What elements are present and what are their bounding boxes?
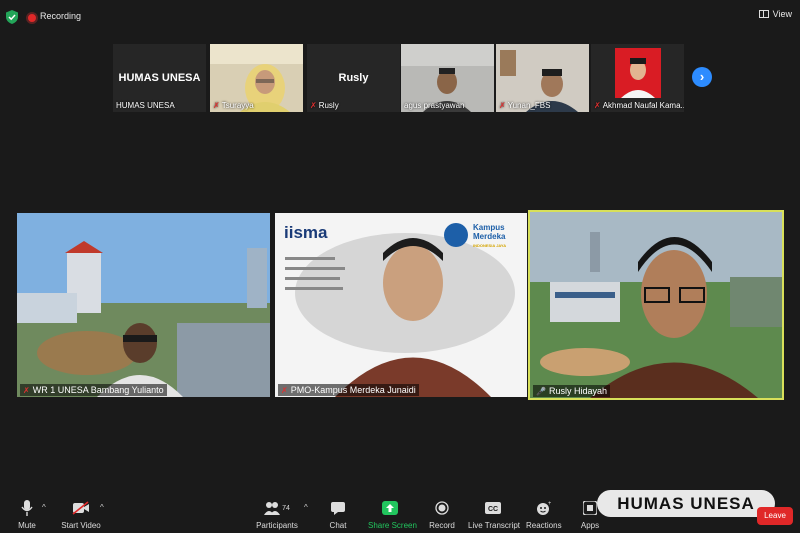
security-shield-icon[interactable] <box>6 10 18 24</box>
next-page-chevron-icon[interactable]: › <box>692 67 712 87</box>
mute-options-caret-icon[interactable]: ^ <box>42 503 46 512</box>
humas-unesa-watermark: HUMAS UNESA <box>597 490 775 517</box>
participants-label: Participants <box>256 521 298 530</box>
microphone-icon <box>21 500 33 516</box>
participant-thumbnail[interactable]: ✗ Tsurayya <box>210 44 303 112</box>
mic-muted-icon: ✗ <box>23 385 30 395</box>
participants-options-caret-icon[interactable]: ^ <box>304 503 308 512</box>
participants-button[interactable]: 74 Participants <box>255 498 299 530</box>
chat-button[interactable]: Chat <box>324 498 352 530</box>
participants-count: 74 <box>282 504 290 512</box>
reactions-button[interactable]: + Reactions <box>526 498 562 531</box>
reactions-label: Reactions <box>526 521 562 530</box>
mic-muted-icon: ✗ <box>594 101 601 110</box>
mic-muted-icon: ✗ <box>310 101 317 110</box>
svg-text:CC: CC <box>488 506 498 513</box>
participant-name-label: 🎤 Rusly Hidayah <box>533 385 610 397</box>
participant-name-label: ✗ Akhmad Naufal Kama... <box>594 101 684 110</box>
share-screen-icon <box>382 501 398 515</box>
participant-thumbnail[interactable]: Rusly ✗ Rusly <box>307 44 400 112</box>
participant-thumbnail[interactable]: HUMAS UNESA HUMAS UNESA <box>113 44 206 112</box>
participant-name-label: ✗ Yunan_FBS <box>499 101 551 110</box>
mic-muted-icon: ✗ <box>499 101 506 110</box>
participant-thumbnail[interactable]: ✗ Yunan_FBS <box>496 44 589 112</box>
mic-muted-icon: ✗ <box>281 385 288 395</box>
share-screen-label: Share Screen <box>368 521 417 530</box>
participant-big-name: Rusly <box>338 72 369 84</box>
top-bar: Recording View <box>0 0 800 34</box>
start-video-button[interactable]: Start Video <box>60 498 102 530</box>
participant-name-label: ✗ Rusly <box>310 101 339 110</box>
reactions-smiley-icon: + <box>536 501 551 515</box>
recording-label: Recording <box>40 11 82 21</box>
brand-name: Kampus Merdeka <box>473 223 506 241</box>
participants-icon <box>264 502 281 515</box>
mute-label: Mute <box>18 521 36 530</box>
record-label: Record <box>429 521 455 530</box>
record-icon <box>435 501 449 515</box>
video-off-icon <box>72 501 89 515</box>
recording-indicator-icon <box>26 12 38 24</box>
kampus-merdeka-brand: Kampus Merdeka INDONESIA JAYA <box>473 223 523 250</box>
active-speaker-tile[interactable]: 🎤 Rusly Hidayah <box>528 210 784 400</box>
iisma-logo: iisma <box>284 223 328 242</box>
closed-caption-icon: CC <box>485 502 501 514</box>
participant-name-label: ✗ PMO-Kampus Merdeka Junaidi <box>278 384 419 396</box>
mic-muted-icon: ✗ <box>213 101 220 110</box>
svg-text:+: + <box>548 501 551 507</box>
live-transcript-label: Live Transcript <box>468 521 521 530</box>
start-video-label: Start Video <box>61 521 101 530</box>
share-screen-button[interactable]: Share Screen <box>368 498 417 530</box>
apps-label: Apps <box>580 521 600 530</box>
participant-video <box>17 213 270 397</box>
video-options-caret-icon[interactable]: ^ <box>100 503 104 512</box>
chat-icon <box>331 501 345 515</box>
participant-thumbnail[interactable]: agus prastyawan <box>401 44 494 112</box>
mic-on-icon: 🎤 <box>536 386 546 396</box>
leave-button[interactable]: Leave <box>757 507 793 525</box>
live-transcript-button[interactable]: CC Live Transcript <box>468 498 521 530</box>
brand-subtitle: INDONESIA JAYA <box>473 243 507 248</box>
grid-view-icon <box>758 10 769 18</box>
video-tile[interactable]: iisma Kampus Merdeka INDONESIA JAYA ✗ PMO… <box>275 213 527 397</box>
view-label: View <box>772 9 792 19</box>
chat-label: Chat <box>329 521 347 530</box>
participant-thumbnail[interactable]: ✗ Akhmad Naufal Kama... <box>591 44 684 112</box>
video-tile[interactable]: ✗ WR 1 UNESA Bambang Yulianto <box>17 213 270 397</box>
participant-video <box>530 212 782 398</box>
view-button[interactable]: View <box>758 9 792 19</box>
participant-name-label: agus prastyawan <box>404 101 465 110</box>
participant-name-label: ✗ Tsurayya <box>213 101 254 110</box>
mute-button[interactable]: Mute <box>12 498 42 530</box>
participant-big-name: HUMAS UNESA <box>118 72 201 84</box>
participant-name-label: HUMAS UNESA <box>116 101 175 110</box>
participant-name-label: ✗ WR 1 UNESA Bambang Yulianto <box>20 384 167 396</box>
apps-icon <box>583 501 597 515</box>
record-button[interactable]: Record <box>427 498 457 530</box>
